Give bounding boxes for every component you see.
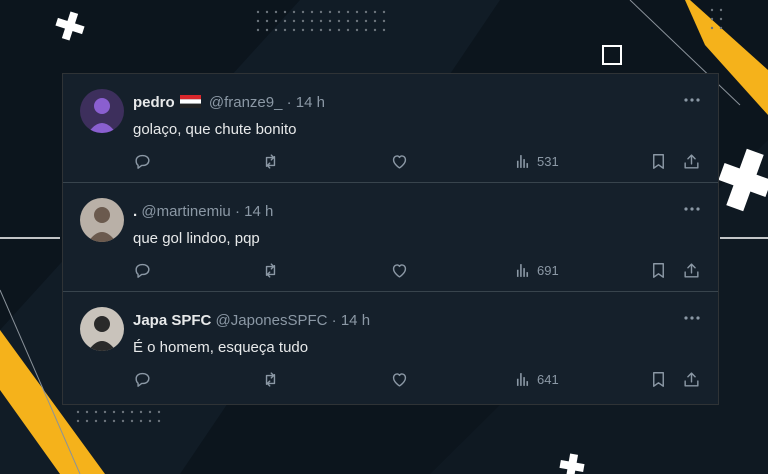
bookmark-icon — [653, 371, 664, 387]
retweet-button[interactable] — [261, 368, 280, 390]
retweet-icon — [265, 371, 276, 387]
display-name[interactable]: Japa SPFC — [133, 312, 211, 329]
action-bar: 641 — [133, 368, 703, 390]
share-icon — [684, 153, 699, 169]
reply-button[interactable] — [133, 259, 152, 281]
separator-dot: · — [331, 312, 337, 329]
user-handle[interactable]: @JaponesSPFC — [216, 312, 328, 329]
like-button[interactable] — [390, 259, 409, 281]
like-button[interactable] — [390, 368, 409, 390]
tweet[interactable]: pedro @franze9_ · 14 h golaço, que chute… — [63, 74, 718, 183]
reply-icon — [135, 263, 150, 278]
heart-icon — [392, 154, 407, 169]
more-icon[interactable] — [682, 308, 702, 328]
avatar[interactable] — [80, 89, 124, 133]
avatar[interactable] — [80, 307, 124, 351]
action-bar: 531 — [133, 150, 703, 172]
tweet[interactable]: . @martinemiu · 14 h que gol lindoo, pqp… — [63, 183, 718, 292]
views-button[interactable]: 691 — [513, 259, 559, 281]
timestamp[interactable]: 14 h — [244, 203, 273, 220]
tweet-text: É o homem, esqueça tudo — [133, 339, 309, 356]
reply-icon — [135, 154, 150, 169]
views-count: 641 — [537, 371, 559, 387]
heart-icon — [392, 263, 407, 278]
bookmark-button[interactable] — [649, 259, 668, 281]
reply-button[interactable] — [133, 368, 152, 390]
timestamp[interactable]: 14 h — [341, 312, 370, 329]
views-icon — [516, 154, 529, 168]
timestamp[interactable]: 14 h — [296, 94, 325, 111]
tweet-text: golaço, que chute bonito — [133, 121, 297, 138]
retweet-icon — [265, 262, 276, 278]
flag-icon — [179, 95, 201, 108]
more-icon[interactable] — [682, 199, 702, 219]
separator-dot: · — [286, 94, 292, 111]
tweet[interactable]: Japa SPFC @JaponesSPFC · 14 h É o homem,… — [63, 292, 718, 401]
display-name[interactable]: pedro — [133, 94, 175, 111]
share-icon — [684, 371, 699, 387]
retweet-button[interactable] — [261, 150, 280, 172]
views-count: 531 — [537, 153, 559, 169]
reply-icon — [135, 372, 150, 387]
bookmark-icon — [653, 262, 664, 278]
bookmark-button[interactable] — [649, 150, 668, 172]
views-button[interactable]: 641 — [513, 368, 559, 390]
action-bar: 691 — [133, 259, 703, 281]
separator-dot: · — [234, 203, 240, 220]
views-count: 691 — [537, 262, 559, 278]
share-button[interactable] — [682, 150, 701, 172]
tweet-text: que gol lindoo, pqp — [133, 230, 260, 247]
retweet-button[interactable] — [261, 259, 280, 281]
share-button[interactable] — [682, 259, 701, 281]
more-icon[interactable] — [682, 90, 702, 110]
user-handle[interactable]: @franze9_ — [209, 94, 283, 111]
user-handle[interactable]: @martinemiu — [141, 203, 230, 220]
views-icon — [516, 372, 529, 386]
retweet-icon — [265, 153, 276, 169]
avatar[interactable] — [80, 198, 124, 242]
reply-button[interactable] — [133, 150, 152, 172]
views-icon — [516, 263, 529, 277]
share-icon — [684, 262, 699, 278]
replies-panel: pedro @franze9_ · 14 h golaço, que chute… — [62, 73, 719, 405]
like-button[interactable] — [390, 150, 409, 172]
views-button[interactable]: 531 — [513, 150, 559, 172]
share-button[interactable] — [682, 368, 701, 390]
bookmark-button[interactable] — [649, 368, 668, 390]
bookmark-icon — [653, 153, 664, 169]
heart-icon — [392, 372, 407, 387]
